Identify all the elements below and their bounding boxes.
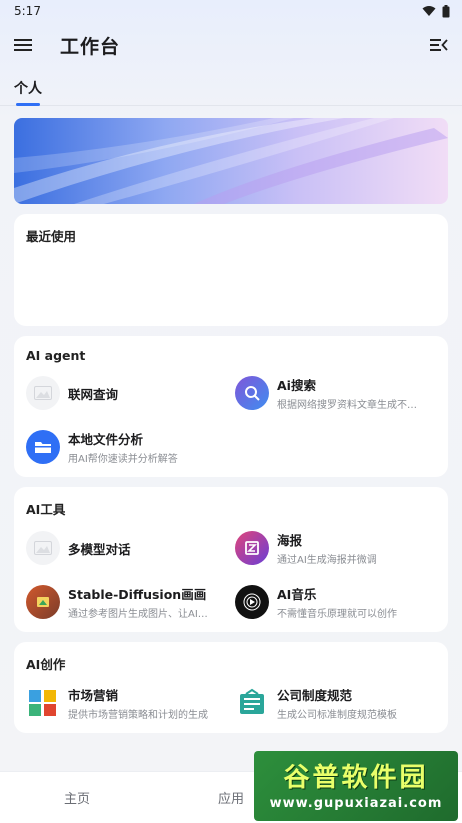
item-name: 海报 — [277, 533, 303, 548]
item-desc: 通过参考图片生成图片、让AI… — [68, 609, 208, 620]
app-item-stable-diffusion[interactable]: Stable-Diffusion画画 通过参考图片生成图片、让AI… — [26, 582, 227, 622]
app-bar: 工作台 — [0, 22, 462, 68]
app-item-ai-music[interactable]: AI音乐 不需懂音乐原理就可以创作 — [235, 582, 436, 622]
collapse-menu-icon[interactable] — [430, 38, 448, 52]
watermark-title: 谷普软件园 — [283, 763, 429, 793]
battery-icon — [442, 4, 450, 17]
recent-card: 最近使用 — [14, 214, 448, 326]
marketing-cubes-icon — [26, 686, 60, 720]
watermark-logo: 谷普软件园 www.gupuxiazai.com — [254, 751, 458, 821]
watermark-url: www.gupuxiazai.com — [269, 796, 443, 811]
tab-personal[interactable]: 个人 — [14, 78, 42, 106]
recent-title: 最近使用 — [26, 229, 77, 244]
music-icon — [235, 585, 269, 619]
app-item-local-file-analysis[interactable]: 本地文件分析 用AI帮你速读并分析解答 — [26, 427, 227, 467]
item-desc: 提供市场营销策略和计划的生成 — [68, 710, 208, 721]
section-title: AI工具 — [26, 502, 66, 517]
poster-icon — [235, 531, 269, 565]
status-time: 5:17 — [14, 4, 41, 18]
app-item-company-rules[interactable]: 公司制度规范 生成公司标准制度规范模板 — [235, 683, 436, 723]
item-desc: 生成公司标准制度规范模板 — [277, 710, 397, 721]
app-item-multi-model-chat[interactable]: 多模型对话 — [26, 528, 227, 568]
item-desc: 通过AI生成海报并微调 — [277, 555, 377, 566]
tab-bar: 个人 — [0, 68, 462, 106]
image-placeholder-icon — [26, 531, 60, 565]
section-ai-tools: AI工具 多模型对话 海报 通过AI生成海报并微调 Stable-Diffusi… — [14, 487, 448, 632]
wifi-icon — [422, 6, 436, 16]
page-title: 工作台 — [60, 35, 121, 58]
ai-search-icon — [235, 376, 269, 410]
item-name: AI音乐 — [277, 587, 317, 602]
item-desc: 根据网络搜罗资料文章生成不… — [277, 400, 417, 411]
app-item-poster[interactable]: 海报 通过AI生成海报并微调 — [235, 528, 436, 568]
status-bar: 5:17 — [0, 0, 462, 22]
menu-icon[interactable] — [14, 38, 32, 52]
status-icons — [422, 4, 450, 18]
app-item-marketing[interactable]: 市场营销 提供市场营销策略和计划的生成 — [26, 683, 227, 723]
nav-home[interactable]: 主页 — [0, 788, 154, 807]
item-name: Ai搜索 — [277, 378, 316, 393]
document-board-icon — [235, 686, 269, 720]
painting-icon — [26, 585, 60, 619]
banner-graphic — [14, 118, 448, 204]
image-placeholder-icon — [26, 376, 60, 410]
item-name: 公司制度规范 — [277, 688, 353, 703]
section-ai-creation: AI创作 市场营销 提供市场营销策略和计划的生成 公司制度规范 生成公司标准制度… — [14, 642, 448, 733]
item-name: 多模型对话 — [68, 541, 131, 557]
section-ai-agent: AI agent 联网查询 Ai搜索 根据网络搜罗资料文章生成不… 本地文件分析… — [14, 336, 448, 477]
item-name: 市场营销 — [68, 688, 119, 703]
item-desc: 用AI帮你速读并分析解答 — [68, 454, 178, 465]
app-item-web-query[interactable]: 联网查询 — [26, 373, 227, 413]
item-name: Stable-Diffusion画画 — [68, 587, 207, 602]
item-desc: 不需懂音乐原理就可以创作 — [277, 609, 397, 620]
item-name: 联网查询 — [68, 386, 119, 402]
banner-image[interactable] — [14, 118, 448, 204]
app-item-ai-search[interactable]: Ai搜索 根据网络搜罗资料文章生成不… — [235, 373, 436, 413]
item-name: 本地文件分析 — [68, 432, 144, 447]
folder-icon — [26, 430, 60, 464]
section-title: AI创作 — [26, 657, 66, 672]
section-title: AI agent — [26, 348, 86, 363]
